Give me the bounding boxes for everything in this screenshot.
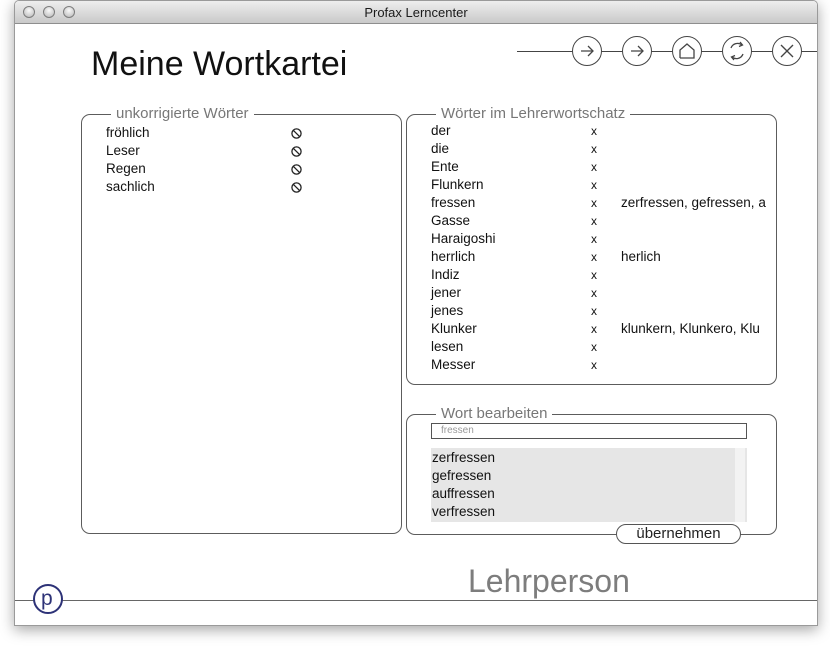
home-icon: [679, 43, 695, 59]
vocabulary-row[interactable]: die x: [431, 141, 776, 159]
variant-item[interactable]: gefressen: [432, 468, 491, 483]
role-label: Lehrperson: [468, 563, 630, 599]
vocabulary-row[interactable]: Indiz x: [431, 267, 776, 285]
vocabulary-word: fressen: [431, 195, 476, 210]
exit-button[interactable]: [772, 36, 802, 66]
vocabulary-row[interactable]: Haraigoshi x: [431, 231, 776, 249]
apply-button[interactable]: übernehmen: [616, 524, 741, 544]
title-bar: Profax Lerncenter: [15, 1, 817, 24]
app-window: Profax Lerncenter Meine Wortkartei unkor…: [14, 0, 818, 626]
blocked-icon[interactable]: [291, 182, 302, 193]
edit-word-panel: Wort bearbeiten fressen zerfressen gefre…: [406, 405, 777, 544]
vocabulary-row[interactable]: jener x: [431, 285, 776, 303]
uncorrected-word: Leser: [106, 143, 140, 158]
vocabulary-row[interactable]: der x: [431, 123, 776, 141]
vocabulary-variants: klunkern, Klunkero, Klu: [621, 321, 760, 336]
vocabulary-row[interactable]: Messer x: [431, 357, 776, 375]
vocabulary-variants: herlich: [621, 249, 661, 264]
vocabulary-row[interactable]: Ente x: [431, 159, 776, 177]
vocabulary-mark[interactable]: x: [591, 340, 597, 354]
vocabulary-mark[interactable]: x: [591, 214, 597, 228]
vocabulary-mark[interactable]: x: [591, 178, 597, 192]
vocabulary-row[interactable]: jenes x: [431, 303, 776, 321]
vocabulary-word: Klunker: [431, 321, 477, 336]
edit-word-legend: Wort bearbeiten: [436, 405, 553, 422]
vocabulary-mark[interactable]: x: [591, 268, 597, 282]
variant-list[interactable]: zerfressen gefressen auffressen verfress…: [431, 448, 747, 522]
variant-item[interactable]: auffressen: [432, 486, 495, 501]
refresh-icon: [730, 41, 744, 61]
window-title: Profax Lerncenter: [364, 5, 468, 20]
variant-item[interactable]: zerfressen: [432, 450, 495, 465]
vocabulary-word: Ente: [431, 159, 459, 174]
vocabulary-word: jenes: [431, 303, 464, 318]
uncorrected-words-panel: unkorrigierte Wörter fröhlich Leser Rege…: [81, 105, 402, 534]
variant-list-scrollbar[interactable]: [735, 448, 745, 522]
vocabulary-word: jener: [431, 285, 462, 300]
forward-arrow-icon: [581, 45, 594, 57]
vocabulary-mark[interactable]: x: [591, 160, 597, 174]
uncorrected-words-legend: unkorrigierte Wörter: [111, 105, 254, 122]
logo-letter: p: [41, 587, 53, 610]
vocabulary-word: herrlich: [431, 249, 476, 264]
vocabulary-mark[interactable]: x: [591, 142, 597, 156]
vocabulary-mark[interactable]: x: [591, 286, 597, 300]
vocabulary-variants: zerfressen, gefressen, au: [621, 195, 766, 210]
vocabulary-mark[interactable]: x: [591, 304, 597, 318]
vocabulary-word: der: [431, 123, 451, 138]
forward-button-2[interactable]: [622, 36, 652, 66]
uncorrected-word: fröhlich: [106, 125, 150, 140]
uncorrected-word: Regen: [106, 161, 146, 176]
close-icon: [780, 44, 794, 58]
vocabulary-row[interactable]: herrlich x herlich: [431, 249, 776, 267]
forward-button-1[interactable]: [572, 36, 602, 66]
vocabulary-mark[interactable]: x: [591, 232, 597, 246]
profax-logo[interactable]: p: [33, 584, 63, 614]
edit-word-input[interactable]: fressen: [431, 423, 747, 439]
refresh-button[interactable]: [722, 36, 752, 66]
home-button[interactable]: [672, 36, 702, 66]
teacher-vocabulary-panel: Wörter im Lehrerwortschatz der x die x Ent…: [406, 105, 777, 385]
blocked-icon[interactable]: [291, 146, 302, 157]
vocabulary-mark[interactable]: x: [591, 358, 597, 372]
vocabulary-word: Flunkern: [431, 177, 484, 192]
teacher-vocabulary-legend: Wörter im Lehrerwortschatz: [436, 105, 631, 122]
blocked-icon[interactable]: [291, 128, 302, 139]
page-title: Meine Wortkartei: [91, 45, 348, 83]
forward-arrow-icon: [631, 45, 644, 57]
footer-line: [15, 600, 817, 601]
vocabulary-row[interactable]: Klunker x klunkern, Klunkero, Klu: [431, 321, 776, 339]
vocabulary-row[interactable]: lesen x: [431, 339, 776, 357]
vocabulary-word: Gasse: [431, 213, 471, 228]
vocabulary-word: Indiz: [431, 267, 460, 282]
vocabulary-row[interactable]: fressen x zerfressen, gefressen, au: [431, 195, 776, 213]
vocabulary-row[interactable]: Gasse x: [431, 213, 776, 231]
uncorrected-word: sachlich: [106, 179, 155, 194]
vocabulary-word: Messer: [431, 357, 476, 372]
vocabulary-mark[interactable]: x: [591, 196, 597, 210]
vocabulary-mark[interactable]: x: [591, 322, 597, 336]
variant-item[interactable]: verfressen: [432, 504, 495, 519]
vocabulary-word: Haraigoshi: [431, 231, 496, 246]
vocabulary-mark[interactable]: x: [591, 124, 597, 138]
vocabulary-word: die: [431, 141, 450, 156]
vocabulary-mark[interactable]: x: [591, 250, 597, 264]
blocked-icon[interactable]: [291, 164, 302, 175]
vocabulary-row[interactable]: Flunkern x: [431, 177, 776, 195]
vocabulary-word: lesen: [431, 339, 464, 354]
